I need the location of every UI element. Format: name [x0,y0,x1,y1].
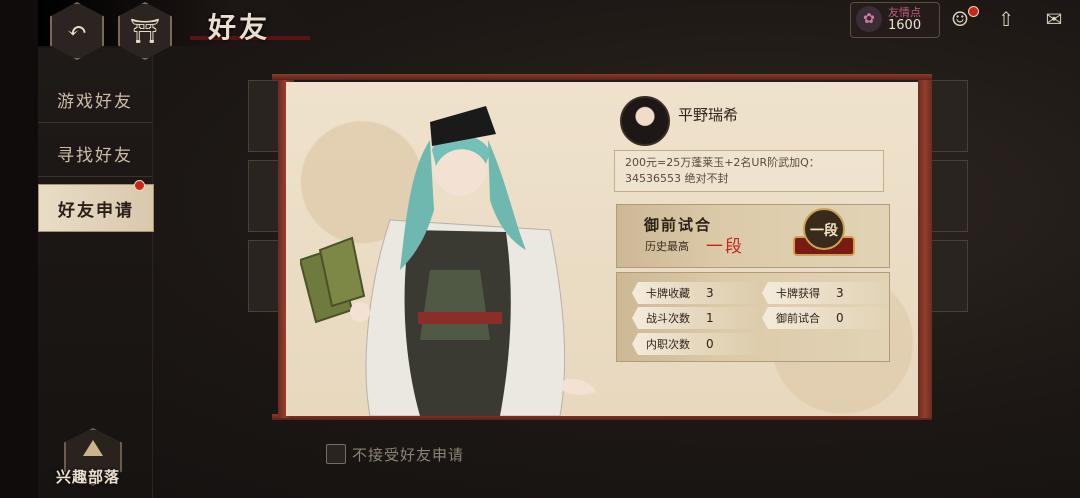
trial-title: 御前试合 [644,216,713,234]
stat-battle-count: 战斗次数 1 [632,307,760,329]
upgrade-button[interactable]: ⇧ [986,4,1026,34]
trial-history-label: 历史最高 [645,240,689,253]
reject-requests-label: 不接受好友申请 [352,446,465,464]
pavilion-icon: ⛩ [129,17,161,45]
sidebar-item-label: 好友申请 [58,200,134,221]
stat-value: 3 [706,286,714,300]
friendship-points-value: 1600 [888,18,922,33]
character-icon: ☺ [951,7,969,31]
scroll-top-rod [272,74,932,80]
stat-value: 3 [836,286,844,300]
stat-label: 卡牌收藏 [646,287,690,300]
mail-icon: ✉ [1045,7,1063,31]
stat-label: 御前试合 [776,312,820,325]
mail-button[interactable]: ✉ [1034,4,1074,34]
left-edge-strip [0,0,38,498]
rank-badge-text: 一段 [810,222,838,239]
player-signature: 200元=25万蓬莱玉+2名UR阶武加Q：34536553 绝对不封 [614,150,884,192]
upgrade-arrow-icon: ⇧ [997,7,1015,31]
scroll-right-edge [918,80,932,418]
stat-label: 战斗次数 [646,312,690,325]
stat-cards-collected: 卡牌收藏 3 [632,282,760,304]
stat-label: 卡牌获得 [776,287,820,300]
stat-inner-duty-count: 内职次数 0 [632,333,760,355]
crane-icon: ✿ [856,6,882,32]
stat-trial-count: 御前试合 0 [762,307,890,329]
reject-requests-checkbox[interactable] [326,444,346,464]
stat-value: 1 [706,311,714,325]
player-name: 平野瑞希 [678,106,739,124]
stat-cards-obtained: 卡牌获得 3 [762,282,890,304]
sidebar-item-find-friends[interactable]: 寻找好友 [38,130,152,177]
character-notification-dot [968,6,979,17]
player-avatar [620,96,670,146]
friend-card-behind [930,160,968,232]
friend-card-behind [930,80,968,152]
stat-label: 内职次数 [646,338,690,351]
rank-badge-icon: 一段 [793,208,855,256]
tribe-icon [83,440,103,456]
character-portrait [300,106,596,416]
friend-card-behind [930,240,968,312]
back-arrow-icon: ↶ [66,17,88,45]
trial-rank: 一段 [706,237,744,257]
stat-value: 0 [706,337,714,351]
friend-request-notification-dot [134,180,145,191]
sidebar-item-game-friends[interactable]: 游戏好友 [38,76,152,123]
sidebar-item-label: 游戏好友 [57,91,133,112]
interest-tribe-label: 兴趣部落 [56,468,121,486]
page-title: 好友 [208,11,271,44]
sidebar-item-label: 寻找好友 [57,145,133,166]
sidebar-item-friend-requests[interactable]: 好友申请 [38,184,154,232]
stat-value: 0 [836,311,844,325]
